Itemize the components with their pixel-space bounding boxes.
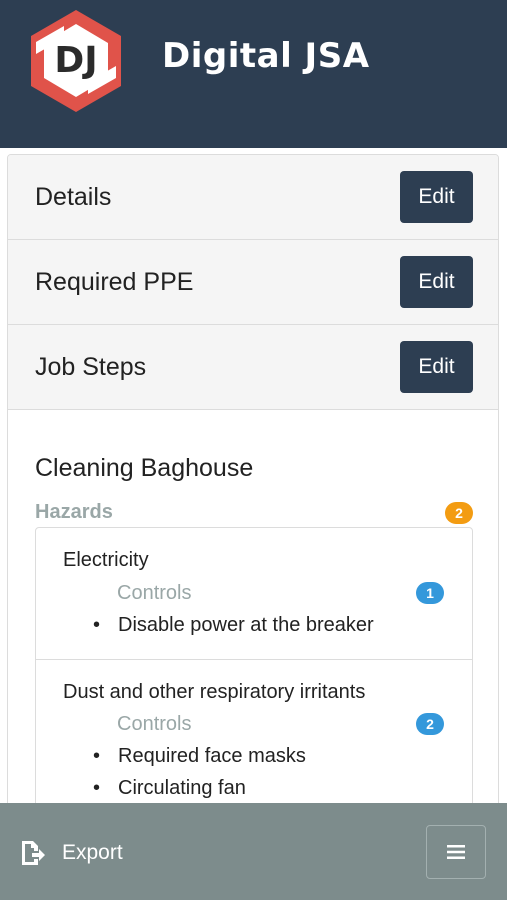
section-title-required-ppe: Required PPE xyxy=(35,268,194,296)
hazard-item: Electricity Controls 1 • Disable power at… xyxy=(36,528,472,660)
export-button[interactable]: Export xyxy=(20,835,123,871)
section-required-ppe: Required PPE Edit xyxy=(8,240,498,325)
controls-label: Controls xyxy=(117,713,192,735)
jsa-card: Details Edit Required PPE Edit Job Steps… xyxy=(7,154,499,814)
section-title-details: Details xyxy=(35,183,112,211)
controls-count-badge: 1 xyxy=(416,582,444,604)
section-title-job-steps: Job Steps xyxy=(35,353,147,381)
logo: DJ xyxy=(31,10,121,112)
controls-count-badge: 2 xyxy=(416,713,444,735)
hazard-name: Electricity xyxy=(63,549,149,571)
export-icon xyxy=(22,841,45,865)
edit-details-button[interactable]: Edit xyxy=(400,171,473,223)
app: DJ Digital JSA Details Edit Required PPE… xyxy=(0,0,507,900)
edit-required-ppe-button[interactable]: Edit xyxy=(400,256,473,308)
bullet-icon: • xyxy=(93,745,101,767)
footer-bar: Export xyxy=(0,803,507,900)
hazard-name: Dust and other respiratory irritants xyxy=(63,681,366,703)
export-label: Export xyxy=(62,841,123,864)
hazards-count-badge: 2 xyxy=(445,502,473,524)
section-details: Details Edit xyxy=(8,155,498,240)
control-text: Required face masks xyxy=(118,745,306,767)
job-step-title: Cleaning Baghouse xyxy=(35,454,254,482)
hazard-list: Electricity Controls 1 • Disable power at… xyxy=(35,527,473,813)
control-item: • Required face masks xyxy=(93,745,306,768)
control-item: • Circulating fan xyxy=(93,777,246,800)
bullet-icon: • xyxy=(93,614,101,636)
app-header: DJ Digital JSA xyxy=(0,0,507,148)
hazards-label: Hazards xyxy=(35,501,113,523)
hazard-item: Dust and other respiratory irritants Con… xyxy=(36,660,472,813)
controls-label: Controls xyxy=(117,582,192,604)
control-text: Circulating fan xyxy=(118,777,246,799)
menu-button[interactable] xyxy=(426,825,486,879)
bullet-icon: • xyxy=(93,777,101,799)
edit-job-steps-button[interactable]: Edit xyxy=(400,341,473,393)
app-title: Digital JSA xyxy=(162,36,370,76)
hamburger-menu-icon xyxy=(447,845,465,859)
logo-text: DJ xyxy=(54,40,97,81)
control-item: • Disable power at the breaker xyxy=(93,614,374,637)
section-job-steps: Job Steps Edit xyxy=(8,325,498,410)
control-text: Disable power at the breaker xyxy=(118,614,374,636)
